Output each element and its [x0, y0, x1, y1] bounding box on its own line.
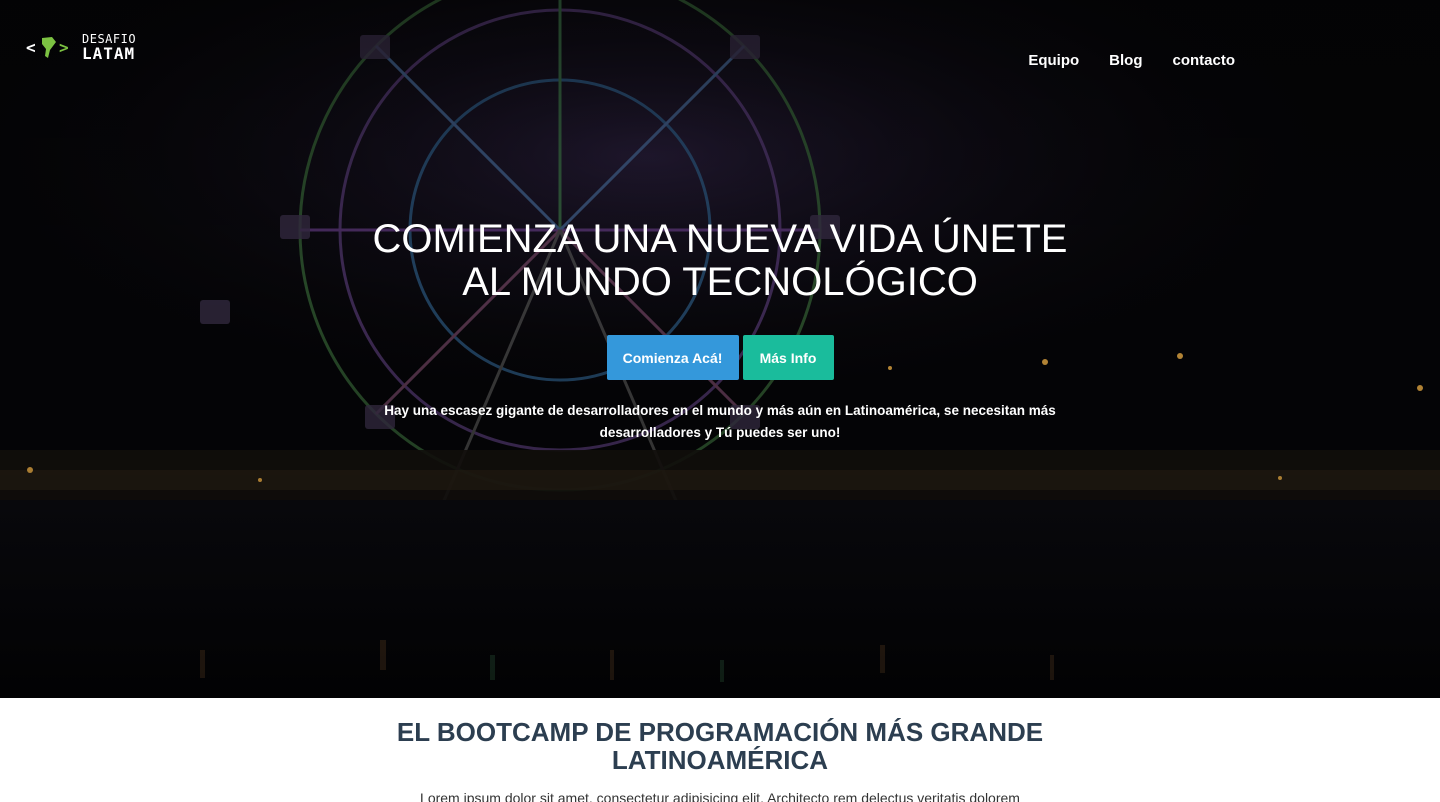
bootcamp-section: EL BOOTCAMP DE PROGRAMACIÓN MÁS GRANDE L…	[0, 698, 1440, 802]
hero-headline-line2: AL MUNDO TECNOLÓGICO	[462, 260, 978, 304]
svg-text:<: <	[26, 38, 36, 57]
section-title-line2: LATINOAMÉRICA	[611, 745, 829, 775]
nav-link-contacto[interactable]: contacto	[1172, 52, 1235, 69]
hero-headline: COMIENZA UNA NUEVA VIDA ÚNETE AL MUNDO T…	[320, 218, 1120, 304]
logo-text-bottom: LATAM	[82, 43, 136, 63]
hero-section: < > DESAFIO LATAM Equipo Blog contacto C…	[0, 0, 1440, 698]
hero-description: Hay una escasez gigante de desarrollador…	[370, 400, 1070, 444]
svg-text:>: >	[59, 38, 69, 57]
hero-cta-row: Comienza Acá! Más Info	[0, 335, 1440, 380]
latam-map-icon: < >	[26, 37, 69, 58]
brand-logo[interactable]: < > DESAFIO LATAM	[26, 31, 166, 63]
mas-info-button[interactable]: Más Info	[742, 335, 834, 380]
hero-description-line2: desarrolladores y Tú puedes ser uno!	[599, 425, 841, 440]
logo-text-top: DESAFIO	[82, 31, 137, 46]
hero-description-line1: Hay una escasez gigante de desarrollador…	[384, 403, 1056, 418]
section-title: EL BOOTCAMP DE PROGRAMACIÓN MÁS GRANDE L…	[370, 718, 1070, 774]
hero-headline-line1: COMIENZA UNA NUEVA VIDA ÚNETE	[372, 217, 1068, 261]
section-title-line1: EL BOOTCAMP DE PROGRAMACIÓN MÁS GRANDE	[396, 717, 1044, 747]
comienza-aca-button[interactable]: Comienza Acá!	[606, 335, 739, 380]
main-nav: Equipo Blog contacto	[1028, 49, 1235, 71]
nav-link-equipo[interactable]: Equipo	[1028, 52, 1079, 69]
section-text: Lorem ipsum dolor sit amet, consectetur …	[420, 790, 1020, 802]
nav-link-blog[interactable]: Blog	[1109, 52, 1142, 69]
